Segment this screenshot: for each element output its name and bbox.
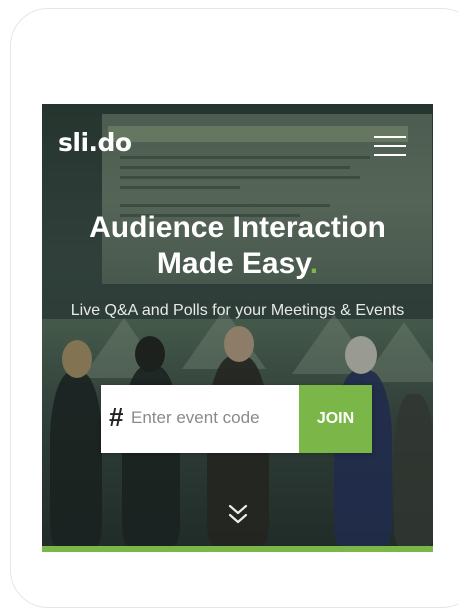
hamburger-menu-icon[interactable] [374, 136, 406, 156]
hero-subheadline: Live Q&A and Polls for your Meetings & E… [70, 302, 405, 319]
menu-line [374, 154, 406, 156]
double-chevron-down-icon[interactable] [225, 502, 251, 528]
join-button[interactable]: JOIN [299, 385, 372, 453]
hash-icon: # [109, 402, 124, 432]
headline-line-2: Made Easy. [42, 246, 433, 282]
mobile-screen: sli.do Audience Interaction Made Easy. L… [42, 104, 433, 590]
hero-section: sli.do Audience Interaction Made Easy. L… [42, 104, 433, 546]
hero-headline: Audience Interaction Made Easy. [42, 210, 433, 282]
accent-divider-bar [42, 546, 433, 552]
headline-line-2-text: Made Easy [156, 247, 310, 280]
menu-line [374, 145, 406, 147]
headline-accent-dot: . [309, 247, 319, 280]
slido-logo[interactable]: sli.do [58, 128, 132, 158]
event-code-input[interactable] [131, 403, 295, 433]
hero-dark-overlay [42, 104, 433, 546]
menu-line [374, 136, 406, 138]
headline-line-1: Audience Interaction [89, 211, 386, 244]
event-code-form: # JOIN [101, 385, 372, 453]
